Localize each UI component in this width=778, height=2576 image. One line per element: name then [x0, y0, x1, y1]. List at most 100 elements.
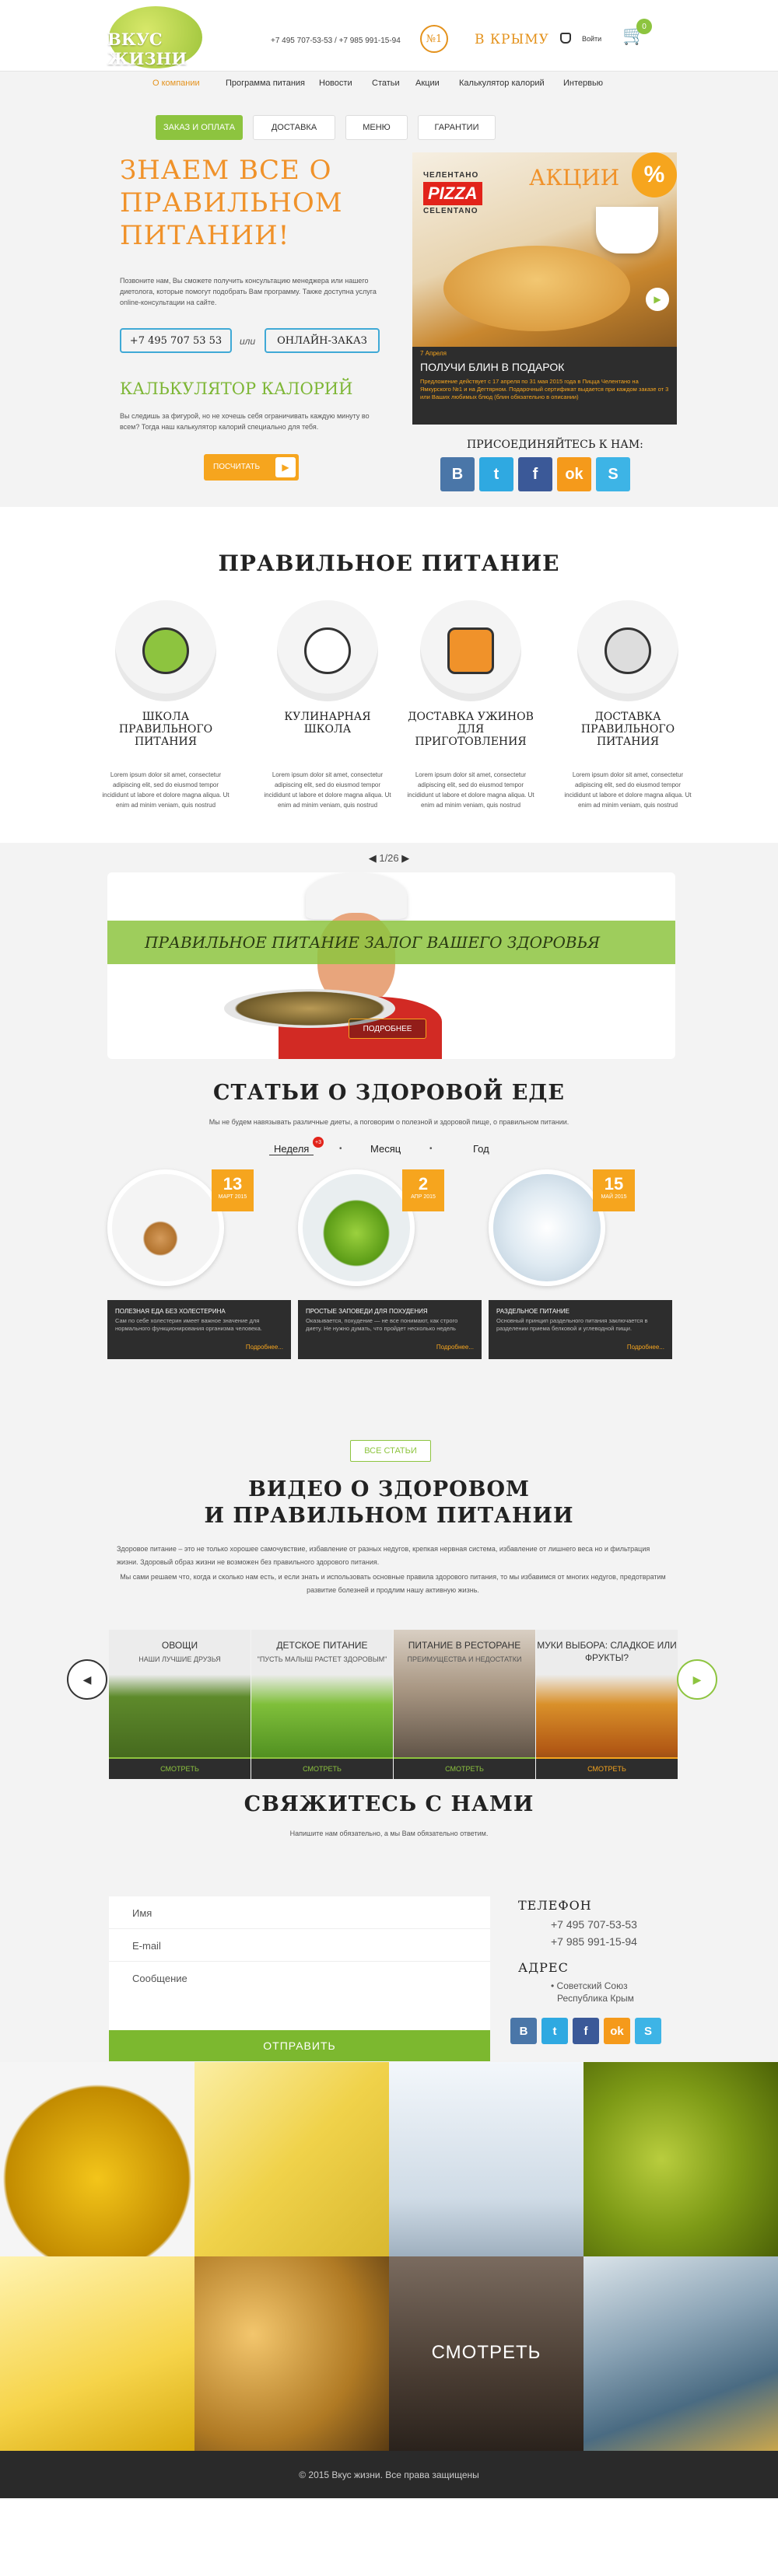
date-day: 15	[604, 1174, 624, 1194]
video-subtitle: "ПУСТЬ МАЛЫШ РАСТЕТ ЗДОРОВЫМ"	[257, 1655, 387, 1663]
pancake-shape	[443, 246, 630, 331]
nav-item-program[interactable]: Программа питания	[226, 79, 305, 88]
video-next-button[interactable]: ▶	[677, 1659, 717, 1700]
date-month: МАЙ 2015	[601, 1194, 627, 1200]
nutrition-item-title: КУЛИНАРНАЯ ШКОЛА	[284, 711, 371, 736]
odnoklassniki-icon[interactable]: ok	[557, 457, 591, 491]
gallery-watch-label[interactable]: СМОТРЕТЬ	[389, 2342, 584, 2364]
vk-icon[interactable]: В	[440, 457, 475, 491]
nutrition-item-text: Lorem ipsum dolor sit amet, consectetur …	[407, 771, 534, 809]
slider-counter: ◀ 1/26 ▶	[0, 852, 778, 865]
facebook-icon[interactable]: f	[573, 2018, 599, 2044]
nav-item-about[interactable]: О компании	[152, 79, 200, 88]
article-title: ПРОСТЫЕ ЗАПОВЕДИ ДЛЯ ПОХУДЕНИЯ	[306, 1308, 428, 1315]
slider-section: ◀ 1/26 ▶ ПРАВИЛЬНОЕ ПИТАНИЕ ЗАЛОГ ВАШЕГО…	[0, 843, 778, 1071]
nav-item-news[interactable]: Новости	[319, 79, 352, 88]
name-field[interactable]: Имя	[109, 1896, 490, 1929]
address-label: АДРЕС	[518, 1960, 569, 1975]
skype-icon[interactable]: S	[635, 2018, 661, 2044]
sweets-or-fruits-video[interactable]: МУКИ ВЫБОРА: СЛАДКОЕ ИЛИ ФРУКТЫ? СМОТРЕТЬ	[536, 1630, 678, 1779]
tab-delivery[interactable]: ДОСТАВКА	[253, 115, 335, 140]
phone-2: +7 985 991-15-94	[551, 1935, 637, 1948]
nav-item-calculator[interactable]: Калькулятор калорий	[459, 79, 545, 88]
fish-photo[interactable]	[584, 2256, 778, 2451]
header: ВКУС ЖИЗНИ +7 495 707-53-53 / +7 985 991…	[0, 0, 778, 72]
cloche-icon	[577, 600, 678, 701]
nav-item-articles[interactable]: Статьи	[372, 79, 400, 88]
twitter-icon[interactable]: t	[479, 457, 513, 491]
logo-text: ВКУС ЖИЗНИ	[107, 30, 187, 68]
tab-month[interactable]: Месяц	[370, 1143, 401, 1155]
nutrition-item-title: ШКОЛА ПРАВИЛЬНОГО ПИТАНИЯ	[118, 711, 213, 748]
login-link[interactable]: Войти	[582, 35, 601, 43]
watch-button[interactable]: СМОТРЕТЬ	[109, 1757, 251, 1779]
baby-food-video[interactable]: ДЕТСКОЕ ПИТАНИЕ "ПУСТЬ МАЛЫШ РАСТЕТ ЗДОРО…	[251, 1630, 393, 1779]
promo-card[interactable]: ЧЕЛЕНТАНО PIZZA CELENTANO АКЦИИ % ▶ 7 Ап…	[412, 152, 677, 425]
phone-label: ТЕЛЕФОН	[518, 1898, 592, 1913]
article-more-link[interactable]: Подробнее...	[627, 1344, 664, 1351]
tab-year[interactable]: Год	[473, 1143, 489, 1155]
send-button[interactable]: ОТПРАВИТЬ	[109, 2030, 490, 2061]
promo-title: АКЦИИ	[529, 165, 620, 190]
nav-item-interview[interactable]: Интервью	[563, 79, 603, 88]
watch-button[interactable]: СМОТРЕТЬ	[536, 1757, 678, 1779]
calculate-button[interactable]: ПОСЧИТАТЬ ▶	[204, 454, 299, 481]
article-more-link[interactable]: Подробнее...	[436, 1344, 474, 1351]
calculator-text: Вы следишь за фигурой, но не хочешь себя…	[120, 412, 370, 431]
milk-image[interactable]	[489, 1169, 605, 1286]
hero-title: ЗНАЕМ ВСЕ О ПРАВИЛЬНОМ ПИТАНИИ!	[120, 155, 343, 251]
cup-shape	[596, 207, 658, 253]
article-card[interactable]: ПРОСТЫЕ ЗАПОВЕДИ ДЛЯ ПОХУДЕНИЯ Оказываетс…	[298, 1300, 482, 1359]
tab-menu[interactable]: МЕНЮ	[345, 115, 408, 140]
olive-oil-photo[interactable]	[0, 2062, 194, 2256]
social-title: ПРИСОЕДИНЯЙТЕСЬ К НАМ:	[467, 439, 643, 451]
nutrition-item-title: ДОСТАВКА ПРАВИЛЬНОГО ПИТАНИЯ	[580, 711, 675, 748]
slide-banner-text: ПРАВИЛЬНОЕ ПИТАНИЕ ЗАЛОГ ВАШЕГО ЗДОРОВЬЯ	[145, 933, 601, 952]
apple-image[interactable]	[298, 1169, 415, 1286]
cheese-photo[interactable]	[194, 2062, 389, 2256]
tab-guarantee[interactable]: ГАРАНТИИ	[418, 115, 496, 140]
header-phones: +7 495 707-53-53 / +7 985 991-15-94	[271, 37, 401, 45]
main-nav: О компании Программа питания Новости Ста…	[0, 72, 778, 95]
message-field[interactable]: Сообщение	[109, 1962, 490, 2030]
milk-photo[interactable]	[389, 2062, 584, 2256]
vk-icon[interactable]: В	[510, 2018, 537, 2044]
potatoes-photo[interactable]	[194, 2256, 389, 2451]
tab-week[interactable]: Неделя	[269, 1143, 314, 1155]
user-icon[interactable]	[560, 33, 571, 44]
facebook-icon[interactable]: f	[518, 457, 552, 491]
phone-button[interactable]: +7 495 707 53 53	[120, 328, 232, 353]
watch-button[interactable]: СМОТРЕТЬ	[251, 1757, 393, 1779]
article-more-link[interactable]: Подробнее...	[246, 1344, 283, 1351]
article-card[interactable]: РАЗДЕЛЬНОЕ ПИТАНИЕ Основный принцип разде…	[489, 1300, 672, 1359]
slide-more-button[interactable]: ПОДРОБНЕЕ	[349, 1019, 426, 1039]
prev-arrow-icon[interactable]: ◀	[369, 852, 377, 864]
twitter-icon[interactable]: t	[541, 2018, 568, 2044]
watch-button[interactable]: СМОТРЕТЬ	[394, 1757, 535, 1779]
skype-icon[interactable]: S	[596, 457, 630, 491]
vegetables-video[interactable]: ОВОЩИ НАШИ ЛУЧШИЕ ДРУЗЬЯ СМОТРЕТЬ	[109, 1630, 251, 1779]
butter-photo[interactable]	[0, 2256, 194, 2451]
eggs-image[interactable]	[107, 1169, 224, 1286]
bread-photo[interactable]: СМОТРЕТЬ	[389, 2256, 584, 2451]
articles-section: СТАТЬИ О ЗДОРОВОЙ ЕДЕ Мы не будем навязы…	[0, 1071, 778, 1477]
next-arrow-icon[interactable]: ▶	[401, 852, 409, 864]
tab-order-payment[interactable]: ЗАКАЗ И ОПЛАТА	[156, 115, 243, 140]
olives-photo[interactable]	[584, 2062, 778, 2256]
slide-next-icon[interactable]: ▶	[646, 288, 669, 311]
logo[interactable]: ВКУС ЖИЗНИ	[101, 6, 233, 68]
articles-title: СТАТЬИ О ЗДОРОВОЙ ЕДЕ	[212, 1081, 565, 1105]
online-order-button[interactable]: ОНЛАЙН-ЗАКАЗ	[265, 328, 380, 353]
video-paragraph-1: Здоровое питание – это не только хорошее…	[117, 1545, 650, 1566]
article-card[interactable]: ПОЛЕЗНАЯ ЕДА БЕЗ ХОЛЕСТЕРИНА Сам по себе …	[107, 1300, 291, 1359]
delivery-van-icon	[420, 600, 521, 701]
email-field[interactable]: E-mail	[109, 1929, 490, 1962]
video-prev-button[interactable]: ◀	[67, 1659, 107, 1700]
all-articles-button[interactable]: ВСЕ СТАТЬИ	[350, 1440, 431, 1462]
hero-section: О компании Программа питания Новости Ста…	[0, 72, 778, 507]
odnoklassniki-icon[interactable]: ok	[604, 2018, 630, 2044]
article-text: Основный принцип раздельного питания зак…	[496, 1317, 648, 1332]
nav-item-promos[interactable]: Акции	[415, 79, 440, 88]
promo-caption: ПОЛУЧИ БЛИН В ПОДАРОК	[420, 361, 565, 373]
restaurant-video[interactable]: ПИТАНИЕ В РЕСТОРАНЕ ПРЕИМУЩЕСТВА И НЕДОСТ…	[394, 1630, 535, 1779]
